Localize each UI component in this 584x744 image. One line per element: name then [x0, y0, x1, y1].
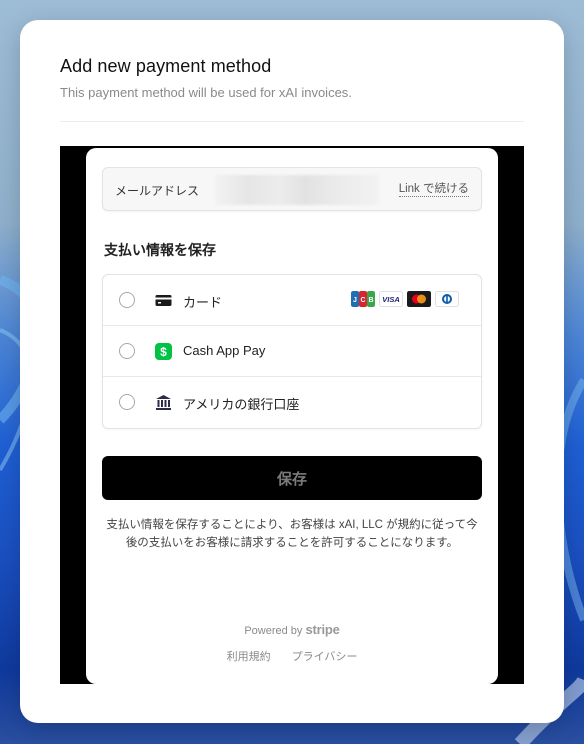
- cash-app-icon: $: [155, 343, 172, 360]
- consent-text: 支払い情報を保存することにより、お客様は xAI, LLC が規約に従って今後の…: [106, 519, 478, 549]
- payment-method-cashapp[interactable]: $ Cash App Pay: [103, 326, 481, 377]
- modal-subtitle: This payment method will be used for xAI…: [60, 85, 352, 100]
- continue-with-link-button[interactable]: Link で続ける: [398, 182, 469, 197]
- stripe-logo: stripe: [305, 622, 340, 637]
- email-field[interactable]: メールアドレス Link で続ける: [102, 167, 482, 211]
- svg-text:J: J: [353, 297, 357, 304]
- add-payment-method-modal: Add new payment method This payment meth…: [20, 20, 564, 723]
- svg-text:$: $: [160, 345, 167, 359]
- diners-club-logo-icon: [435, 291, 459, 307]
- jcb-logo-icon: J C B: [351, 291, 375, 307]
- email-value-blurred: [215, 175, 379, 205]
- terms-link[interactable]: 利用規約: [227, 651, 271, 663]
- section-heading: 支払い情報を保存: [104, 242, 216, 258]
- radio-us-bank[interactable]: [119, 394, 135, 410]
- svg-text:B: B: [368, 297, 373, 304]
- payment-method-us-bank[interactable]: アメリカの銀行口座: [103, 377, 481, 428]
- stripe-payment-element: メールアドレス Link で続ける 支払い情報を保存 カード J C B VIS…: [86, 148, 498, 684]
- powered-by-label: Powered by: [244, 625, 303, 637]
- payment-method-card[interactable]: カード J C B VISA: [103, 275, 481, 326]
- powered-by-stripe: Powered by stripe: [86, 622, 498, 637]
- privacy-link[interactable]: プライバシー: [292, 651, 358, 663]
- visa-logo-icon: VISA: [379, 291, 403, 307]
- stripe-payment-iframe: メールアドレス Link で続ける 支払い情報を保存 カード J C B VIS…: [60, 146, 524, 684]
- payment-method-label: アメリカの銀行口座: [183, 397, 300, 412]
- bank-icon: [156, 395, 171, 410]
- credit-card-icon: [155, 295, 172, 306]
- card-brands: J C B VISA: [351, 291, 459, 307]
- svg-text:VISA: VISA: [382, 295, 400, 304]
- header-divider: [60, 121, 524, 122]
- payment-method-label: カード: [183, 295, 223, 310]
- radio-card[interactable]: [119, 292, 135, 308]
- email-label: メールアドレス: [115, 184, 200, 198]
- svg-text:C: C: [360, 297, 365, 304]
- save-button[interactable]: 保存: [102, 456, 482, 500]
- modal-title: Add new payment method: [60, 56, 272, 76]
- mastercard-logo-icon: [407, 291, 431, 307]
- radio-cashapp[interactable]: [119, 343, 135, 359]
- payment-method-list: カード J C B VISA $ Cash App Pay アメリカの銀行口座: [102, 274, 482, 429]
- payment-method-label: Cash App Pay: [183, 343, 266, 358]
- footer-links: 利用規約 プライバシー: [86, 648, 498, 664]
